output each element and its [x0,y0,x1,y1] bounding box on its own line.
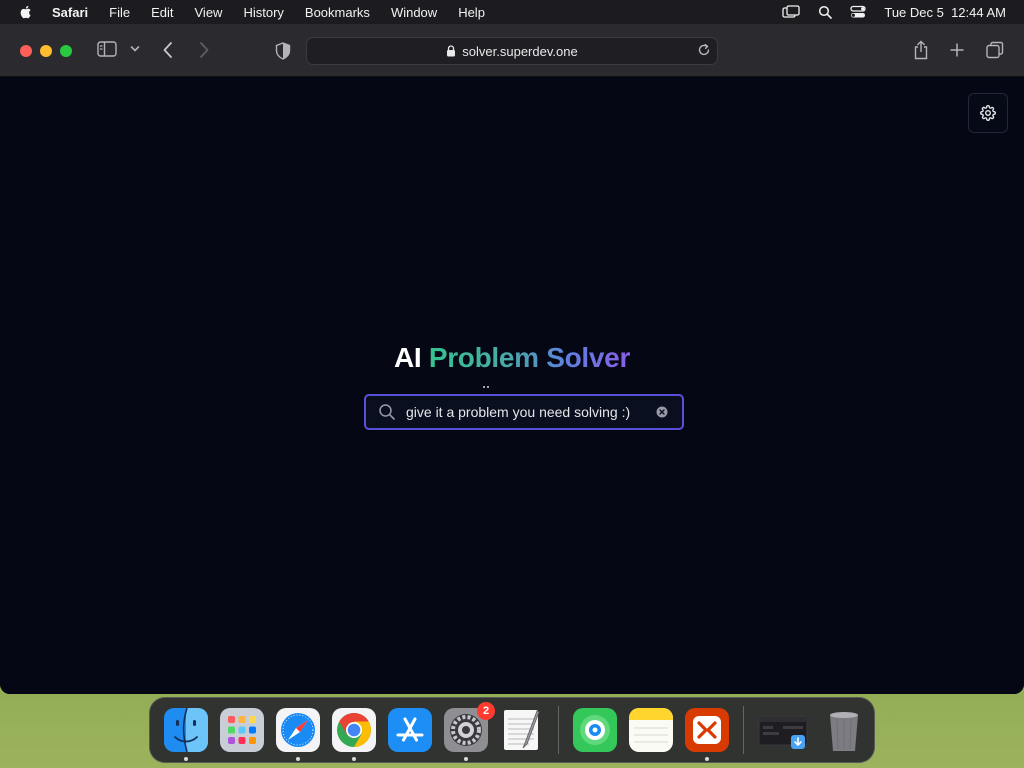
menu-bookmarks[interactable]: Bookmarks [305,5,370,20]
remote-desktop-icon [685,708,729,752]
address-bar[interactable]: solver.superdev.one [306,37,718,65]
launchpad-icon [220,708,264,752]
apple-menu-icon[interactable] [18,4,34,20]
minimized-window-thumbnail-icon [758,716,808,749]
dock-app-system-settings[interactable]: 2 [443,702,495,761]
gear-icon [980,105,996,121]
dock-app-launchpad[interactable] [219,707,265,753]
loading-dots-icon [483,386,489,388]
dock-app-find-my[interactable] [572,707,618,753]
spotlight-search-icon[interactable] [818,5,833,19]
search-icon [378,403,396,421]
address-url: solver.superdev.one [462,43,578,59]
control-center-icon[interactable] [850,5,867,19]
chevron-down-icon[interactable] [130,45,140,53]
dock-app-finder[interactable] [163,707,209,761]
web-page-content: AI Problem Solver [0,77,1024,694]
menu-help[interactable]: Help [458,5,485,20]
dock-app-chrome[interactable] [331,707,377,761]
running-indicator [464,757,468,761]
menu-view[interactable]: View [195,5,223,20]
dock-app-app-store[interactable] [387,707,433,753]
menu-file[interactable]: File [109,5,130,20]
dock-trash[interactable] [821,707,867,753]
menu-window[interactable]: Window [391,5,437,20]
privacy-shield-icon[interactable] [275,42,291,60]
running-indicator [184,757,188,761]
dock-minimized-window[interactable] [757,707,811,753]
notes-icon [629,708,673,752]
dock-app-remote-desktop[interactable] [684,707,730,761]
problem-input[interactable] [406,404,656,420]
fullscreen-window-button[interactable] [60,45,72,57]
menu-edit[interactable]: Edit [151,5,173,20]
running-indicator [296,757,300,761]
finder-icon [164,707,208,753]
menu-bar: Safari File Edit View History Bookmarks … [0,0,1024,24]
title-highlight: Problem Solver [428,342,631,373]
minimize-window-button[interactable] [40,45,52,57]
dock-separator [743,706,744,754]
menu-history[interactable]: History [243,5,283,20]
tab-overview-icon[interactable] [986,41,1004,59]
dock-app-safari[interactable] [275,707,321,761]
textedit-icon [504,710,540,750]
browser-toolbar: solver.superdev.one [0,24,1024,77]
menu-app-name[interactable]: Safari [52,5,88,20]
settings-button[interactable] [968,93,1008,133]
new-tab-plus-icon[interactable] [949,42,965,58]
close-window-button[interactable] [20,45,32,57]
dock: 2 [149,697,875,763]
safari-window: solver.superdev.one AI Problem Solver gi… [0,24,1024,694]
notification-badge: 2 [477,702,495,720]
dock-separator [558,706,559,754]
screen-mirroring-icon[interactable] [782,5,801,19]
app-store-icon [388,708,432,752]
find-my-icon [573,708,617,752]
forward-arrow-icon[interactable] [198,41,210,59]
share-icon[interactable] [913,40,929,60]
back-arrow-icon[interactable] [162,41,174,59]
trash-icon [830,712,858,751]
menubar-clock[interactable]: Tue Dec 5 12:44 AM [884,5,1006,20]
chrome-icon [332,708,376,752]
page-title: AI Problem Solver [0,342,1024,374]
lock-icon [447,45,456,57]
problem-search-field[interactable] [364,394,684,430]
sidebar-toggle-icon[interactable] [97,41,117,57]
clear-input-icon[interactable] [656,406,668,418]
running-indicator [352,757,356,761]
dock-app-textedit[interactable] [499,707,545,753]
title-prefix: AI [393,342,422,373]
safari-compass-icon [276,708,320,752]
reload-icon[interactable] [697,43,711,57]
running-indicator [705,757,709,761]
dock-app-notes[interactable] [628,707,674,753]
